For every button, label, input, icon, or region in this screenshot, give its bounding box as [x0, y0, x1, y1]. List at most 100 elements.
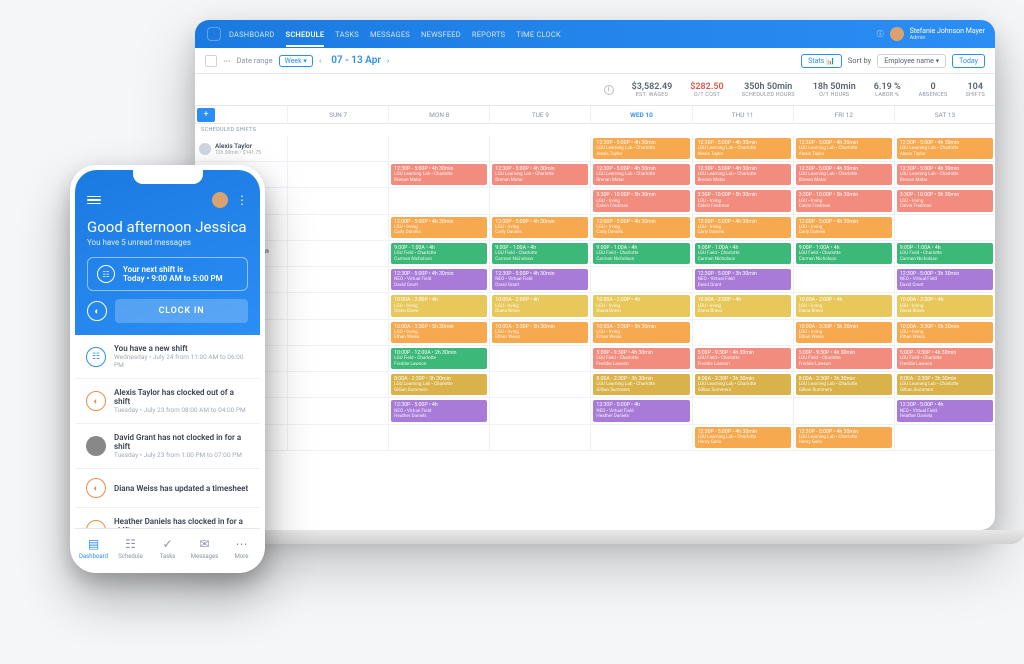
shift-block[interactable]: 5:00P - 9:30P • 4h 30minLGU Field • Char… [897, 348, 993, 369]
shift-block[interactable]: 9:00P - 1:00A • 4hLGU Field • CharlotteC… [593, 243, 689, 264]
day-cell[interactable] [287, 346, 388, 371]
day-cell[interactable] [692, 398, 793, 423]
day-cell[interactable]: 3:30P - 10:00P • 5h 30minLGU • IrvingCal… [793, 188, 894, 213]
checkbox-all[interactable] [205, 55, 217, 67]
day-cell[interactable]: 10:00P - 12:00A • 2h 30minLGU Field • Ch… [388, 346, 489, 371]
day-cell[interactable]: 12:30P - 5:00P • 4h 30minLGU Learning La… [489, 162, 590, 187]
shift-block[interactable]: 9:00P - 1:00A • 4hLGU Field • CharlotteC… [897, 243, 993, 264]
shift-block[interactable]: 12:30P - 5:00P • 4h 30minLGU Learning La… [796, 164, 892, 185]
day-cell[interactable] [388, 425, 489, 450]
shift-block[interactable]: 10:00A - 2:00P • 4hLGU • IrvingDiana Bra… [695, 295, 791, 316]
day-cell[interactable]: 12:30P - 5:00P • 4h 30minLGU Learning La… [590, 162, 691, 187]
shift-block[interactable]: 12:30P - 5:00P • 4h 30minLGU Learning La… [391, 164, 487, 185]
shift-block[interactable]: 12:30P - 5:00P • 4h 30minLGU Learning La… [695, 427, 791, 448]
shift-block[interactable]: 12:30P - 5:00P • 4hNEO • Virtual FieldHe… [391, 400, 487, 421]
nav-item-time clock[interactable]: TIME CLOCK [516, 30, 561, 39]
shift-block[interactable]: 3:30P - 10:00P • 5h 30minLGU • IrvingCal… [796, 190, 892, 211]
tab-more[interactable]: ⋯More [223, 529, 260, 568]
shift-block[interactable]: 8:00A - 2:30P • 3h 30minLGU Learning Lab… [593, 374, 689, 395]
prev-icon[interactable]: ‹ [319, 56, 321, 65]
more-icon[interactable]: ⋮ [236, 193, 248, 207]
day-cell[interactable]: 12:30P - 5:00P • 4hNEO • Virtual FieldHe… [590, 398, 691, 423]
day-cell[interactable]: 5:00P - 9:30P • 4h 30minLGU Field • Char… [692, 346, 793, 371]
day-cell[interactable]: 12:30P - 5:00P • 4h 30minLGU Learning La… [793, 136, 894, 161]
day-cell[interactable] [287, 320, 388, 345]
day-cell[interactable]: 12:30P - 5:00P • 4h 30minLGU Learning La… [692, 162, 793, 187]
shift-block[interactable]: 9:00P - 1:00A • 4hLGU Field • CharlotteC… [391, 243, 487, 264]
feed-item[interactable]: ◐Alexis Taylor has clocked out of a shif… [75, 379, 260, 424]
day-cell[interactable] [590, 267, 691, 292]
day-cell[interactable]: 3:30P - 10:00P • 5h 30minLGU • IrvingCal… [894, 188, 995, 213]
day-cell[interactable] [287, 267, 388, 292]
day-header[interactable]: MON 8 [388, 106, 489, 124]
day-cell[interactable]: 9:00P - 1:00A • 4hLGU Field • CharlotteC… [489, 241, 590, 266]
day-cell[interactable]: 3:30P - 10:00P • 5h 30minLGU • IrvingCal… [590, 188, 691, 213]
day-cell[interactable]: 10:00A - 2:00P • 4hLGU • IrvingDiana Bra… [793, 293, 894, 318]
avatar[interactable] [890, 27, 904, 41]
range-select[interactable]: Week ▾ [279, 55, 313, 67]
shift-block[interactable]: 12:00P - 5:00P • 4h 30minLGU • IrvingCar… [695, 217, 791, 238]
shift-block[interactable]: 10:00A - 2:00P • 4hLGU • IrvingDiana Bra… [796, 295, 892, 316]
shift-block[interactable]: 10:00A - 3:30P • 5h 30minLGU • IrvingEth… [391, 322, 487, 343]
tab-schedule[interactable]: ☷Schedule [112, 529, 149, 568]
shift-block[interactable]: 12:30P - 5:00P • 3h 30minNEO • Virtual F… [897, 269, 993, 290]
next-shift-card[interactable]: ☷ Your next shift is Today • 9:00 AM to … [87, 257, 248, 291]
day-cell[interactable] [793, 398, 894, 423]
shift-block[interactable]: 12:30P - 5:00P • 4h 30minLGU Learning La… [695, 164, 791, 185]
shift-block[interactable]: 10:00A - 3:30P • 5h 30minLGU • IrvingEth… [897, 322, 993, 343]
day-cell[interactable] [287, 398, 388, 423]
shift-block[interactable]: 12:30P - 5:00P • 4hNEO • Virtual FieldHe… [593, 400, 689, 421]
day-cell[interactable] [489, 346, 590, 371]
feed-item[interactable]: ◐Diana Weiss has updated a timesheet [75, 469, 260, 508]
day-cell[interactable]: 9:00P - 1:00A • 4hLGU Field • CharlotteC… [894, 241, 995, 266]
shift-block[interactable]: 9:00P - 1:00A • 4hLGU Field • CharlotteC… [492, 243, 588, 264]
shift-block[interactable]: 3:30P - 10:00P • 5h 30minLGU • IrvingCal… [897, 190, 993, 211]
day-cell[interactable]: 10:00A - 3:30P • 5h 30minLGU • IrvingEth… [388, 320, 489, 345]
shift-block[interactable]: 10:00A - 2:00P • 4hLGU • IrvingDiana Bra… [391, 295, 487, 316]
day-header[interactable]: FRI 12 [793, 106, 894, 124]
more-icon[interactable]: ⋯ [223, 56, 231, 65]
nav-item-tasks[interactable]: TASKS [335, 30, 359, 39]
day-cell[interactable]: 12:30P - 5:00P • 4h 30minLGU Learning La… [793, 425, 894, 450]
shift-block[interactable]: 12:30P - 5:00P • 4h 30minLGU Learning La… [492, 164, 588, 185]
employee-cell[interactable]: Alexis Taylor12h 30min • $141.75 [195, 136, 287, 161]
day-cell[interactable]: 12:30P - 5:00P • 4h 30minNEO • Virtual F… [388, 267, 489, 292]
day-cell[interactable]: 12:30P - 5:00P • 4hNEO • Virtual FieldHe… [388, 398, 489, 423]
shift-block[interactable]: 10:00A - 3:30P • 5h 30minLGU • IrvingEth… [593, 322, 689, 343]
today-button[interactable]: Today [952, 54, 985, 68]
day-cell[interactable]: 10:00A - 3:30P • 5h 30minLGU • IrvingEth… [894, 320, 995, 345]
day-cell[interactable] [388, 188, 489, 213]
nav-item-dashboard[interactable]: DASHBOARD [229, 30, 275, 39]
shift-block[interactable]: 12:00P - 5:00P • 4h 30minLGU • IrvingCar… [492, 217, 588, 238]
day-cell[interactable]: 5:00P - 9:30P • 4h 30minLGU Field • Char… [590, 346, 691, 371]
shift-block[interactable]: 3:30P - 10:00P • 5h 30minLGU • IrvingCal… [695, 190, 791, 211]
tab-tasks[interactable]: ✓Tasks [149, 529, 186, 568]
day-cell[interactable]: 12:00P - 5:00P • 4h 30minLGU • IrvingCar… [793, 215, 894, 240]
nav-item-newsfeed[interactable]: NEWSFEED [421, 30, 461, 39]
day-cell[interactable]: 10:00A - 2:00P • 4hLGU • IrvingDiana Bra… [489, 293, 590, 318]
shift-block[interactable]: 8:00A - 2:30P • 3h 30minLGU Learning Lab… [897, 374, 993, 395]
tab-messages[interactable]: ✉Messages [186, 529, 223, 568]
shift-block[interactable]: 10:00A - 2:00P • 4hLGU • IrvingDiana Bra… [492, 295, 588, 316]
feed-item[interactable]: ◐Heather Daniels has clocked in for a sh… [75, 508, 260, 528]
shift-block[interactable]: 10:00P - 12:00A • 2h 30minLGU Field • Ch… [391, 348, 487, 369]
day-cell[interactable]: 12:30P - 5:00P • 4h 30minNEO • Virtual F… [489, 267, 590, 292]
shift-block[interactable]: 12:30P - 5:00P • 4h 30minLGU Learning La… [593, 164, 689, 185]
shift-block[interactable]: 10:00A - 2:00P • 4hLGU • IrvingDiana Bra… [897, 295, 993, 316]
day-cell[interactable] [692, 320, 793, 345]
day-cell[interactable]: 12:00P - 5:00P • 4h 30minLGU • IrvingCar… [590, 215, 691, 240]
shift-block[interactable]: 12:30P - 5:00P • 4h 30minLGU Learning La… [897, 164, 993, 185]
shift-block[interactable]: 12:30P - 5:00P • 4h 30minLGU Learning La… [796, 138, 892, 159]
day-header[interactable]: THU 11 [692, 106, 793, 124]
day-cell[interactable] [489, 136, 590, 161]
shift-block[interactable]: 10:00A - 3:30P • 5h 30minLGU • IrvingEth… [492, 322, 588, 343]
shift-block[interactable]: 12:30P - 5:00P • 3h 30minNEO • Virtual F… [695, 269, 791, 290]
day-cell[interactable]: 3:30P - 10:00P • 5h 30minLGU • IrvingCal… [692, 188, 793, 213]
day-cell[interactable]: 10:00A - 2:00P • 4hLGU • IrvingDiana Bra… [692, 293, 793, 318]
day-cell[interactable]: 12:30P - 5:00P • 4h 30minLGU Learning La… [692, 136, 793, 161]
day-cell[interactable]: 8:00A - 2:30P • 3h 30minLGU Learning Lab… [590, 372, 691, 397]
day-cell[interactable] [489, 188, 590, 213]
shift-block[interactable]: 12:30P - 5:00P • 4h 30minLGU Learning La… [796, 427, 892, 448]
day-cell[interactable] [489, 398, 590, 423]
nav-item-reports[interactable]: REPORTS [472, 30, 505, 39]
